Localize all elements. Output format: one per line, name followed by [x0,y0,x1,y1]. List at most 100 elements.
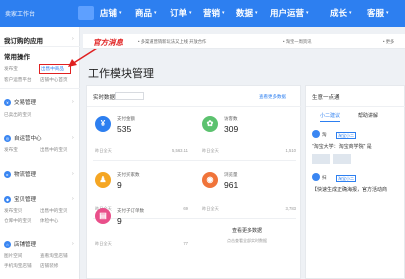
sidebar-link[interactable]: 店铺中心首页 [40,77,68,83]
author-badge: 淘宝小二 [336,132,356,139]
card-title: 生意一点通 [312,95,340,101]
pageviews-icon: ◉ [202,172,218,188]
sidebar-section-trade[interactable]: ¥ 交易管理 [4,98,36,106]
tip-thumbnail[interactable] [312,154,330,164]
news-link[interactable]: • 淘宝一周资讯 [283,39,311,45]
nav-item-orders[interactable]: 订单 ▾ [170,7,192,19]
chevron-down-icon: ▾ [189,10,192,16]
chevron-down-icon: ▾ [119,10,122,16]
chevron-right-icon[interactable]: › [72,171,74,177]
divider [93,160,296,161]
metric-foot-value: 69 [183,206,188,211]
more-data-box[interactable]: 查看更多数据 点击查看全部实时数据 [197,223,297,263]
visitors-icon: ✿ [202,116,218,132]
more-data-title: 查看更多数据 [231,228,262,234]
metric-foot-value: 5,563.11 [172,148,188,153]
chevron-right-icon[interactable]: › [72,135,74,141]
metric-foot-value: 3,783 [285,206,296,211]
sidebar-link[interactable]: 体检中心 [40,218,58,224]
more-data-subtitle: 点击查看全部实时数据 [227,238,267,243]
tip-text[interactable]: “淘宝大学：淘宝商学院” 是 [312,143,372,150]
metric-value: 961 [224,180,239,190]
nav-item-marketing[interactable]: 营销 ▾ [203,7,225,19]
sidebar-link[interactable]: 仓库中的宝贝 [4,218,32,224]
sub-orders-icon: ▤ [95,208,111,224]
metric-value: 9 [117,216,122,226]
tip-text[interactable]: 【快速生成正确海报，官方活动商 [312,186,387,193]
sidebar-section-goods[interactable]: ◆ 宝贝管理 [4,195,36,203]
metric-foot-value: 1,510 [285,148,296,153]
payment-amount-icon: ¥ [95,116,111,132]
official-news-label: 官方消息 [93,38,123,47]
sidebar-my-apps[interactable]: 我订购的应用 [4,35,43,45]
trade-icon: ¥ [4,98,11,106]
nav-item-goods[interactable]: 商品 ▾ [135,7,157,19]
metric-foot-label: 昨日全天 [202,206,219,211]
nav-item-growth[interactable]: 成长 ▾ [330,7,352,19]
chevron-right-icon[interactable]: › [72,241,74,247]
tab-help[interactable]: 帮助讲解 [358,112,378,119]
tip-thumbnail[interactable] [333,154,351,164]
app-grid-icon[interactable] [78,6,94,20]
metric-value: 535 [117,124,132,134]
chevron-down-icon: ▾ [222,10,225,16]
nav-item-data[interactable]: 数据 ▾ [236,7,258,19]
sidebar-link[interactable]: 出售中的宝贝 [40,208,68,214]
sidebar-link[interactable]: 发布宝贝 [4,208,22,214]
metric-value: 309 [224,124,239,134]
nav-item-store[interactable]: 店铺 ▾ [100,7,122,19]
chevron-right-icon[interactable]: › [72,99,74,105]
sidebar-link[interactable]: 发布宝 [4,147,18,153]
sidebar-link[interactable]: 查看淘宝店铺 [40,253,68,259]
news-link[interactable]: • 多渠道营销新玩法又上线 开放合作 [138,39,206,45]
metric-foot-value: 77 [183,241,188,246]
realtime-data-card: 实时数据 查看更多数据 ¥ 支付金额 535 昨日全天 5,563.11 ✿ 访… [86,85,302,279]
sidebar-link[interactable]: 出售中的宝贝 [40,147,68,153]
brand-title[interactable]: 卖家工作台 [5,9,35,18]
top-nav-bar: 卖家工作台 店铺 ▾ 商品 ▾ 订单 ▾ 营销 ▾ 数据 ▾ 用户运营 ▾ 成长 ▾ 客服 ▾ [0,0,405,27]
metric-foot-label: 昨日全天 [95,148,112,153]
sidebar-link[interactable]: 客户运营平台 [4,77,32,83]
business-tips-card: 生意一点通 小二建议 帮助讲解 淘 淘宝小二 “淘宝大学：淘宝商学院” 是 扫 … [305,85,405,279]
sidebar-link[interactable]: 图片空间 [4,253,22,259]
metric-label: 访客数 [224,116,238,121]
sidebar-link[interactable]: 手机淘宝店铺 [4,263,32,269]
store-icon: ⌂ [4,240,11,248]
metric-foot-label: 昨日全天 [202,148,219,153]
divider [87,106,302,107]
metric-foot-label: 昨日全天 [95,241,112,246]
card-title: 实时数据 [93,95,116,101]
sidebar-link[interactable]: 发布宝 [4,66,18,72]
avatar [312,130,320,138]
sidebar-link[interactable]: 已卖出的宝贝 [4,112,32,118]
chevron-down-icon: ▾ [306,10,309,16]
page-title: 工作模块管理 [88,68,154,80]
buyers-icon: ♟ [95,172,111,188]
sidebar-section-self-ops[interactable]: ◎ 自运营中心 [4,134,42,142]
metric-label: 支付买家数 [117,172,140,177]
metric-label: 支付金额 [117,116,135,121]
author-name: 淘 [322,132,327,137]
news-more-link[interactable]: • 更多 [383,39,394,45]
chevron-down-icon: ▾ [349,10,352,16]
metric-label: 浏览量 [224,172,238,177]
tab-suggestions[interactable]: 小二建议 [320,112,341,122]
logistics-icon: ▸ [4,170,11,178]
nav-item-user-ops[interactable]: 用户运营 ▾ [270,7,309,19]
chevron-right-icon[interactable]: › [72,196,74,202]
chevron-down-icon: ▾ [154,10,157,16]
chevron-down-icon: ▾ [255,10,258,16]
more-data-link[interactable]: 查看更多数据 [259,94,286,100]
sidebar-link[interactable]: 店铺装修 [40,263,58,269]
sidebar-common-ops: 常用操作 [4,54,30,61]
divider [93,218,296,219]
sidebar-section-store[interactable]: ⌂ 店铺管理 [4,240,36,248]
metric-value: 9 [117,180,122,190]
nav-item-service[interactable]: 客服 ▾ [367,7,389,19]
chevron-down-icon: ▾ [386,10,389,16]
metric-label: 支付子订单数 [117,208,144,213]
sidebar-section-logistics[interactable]: ▸ 物流管理 [4,170,36,178]
author-badge: 淘宝小二 [336,175,356,182]
official-news-bar: 官方消息 • 多渠道营销新玩法又上线 开放合作 • 淘宝一周资讯 • 更多 [83,34,405,49]
time-select[interactable] [115,92,144,100]
